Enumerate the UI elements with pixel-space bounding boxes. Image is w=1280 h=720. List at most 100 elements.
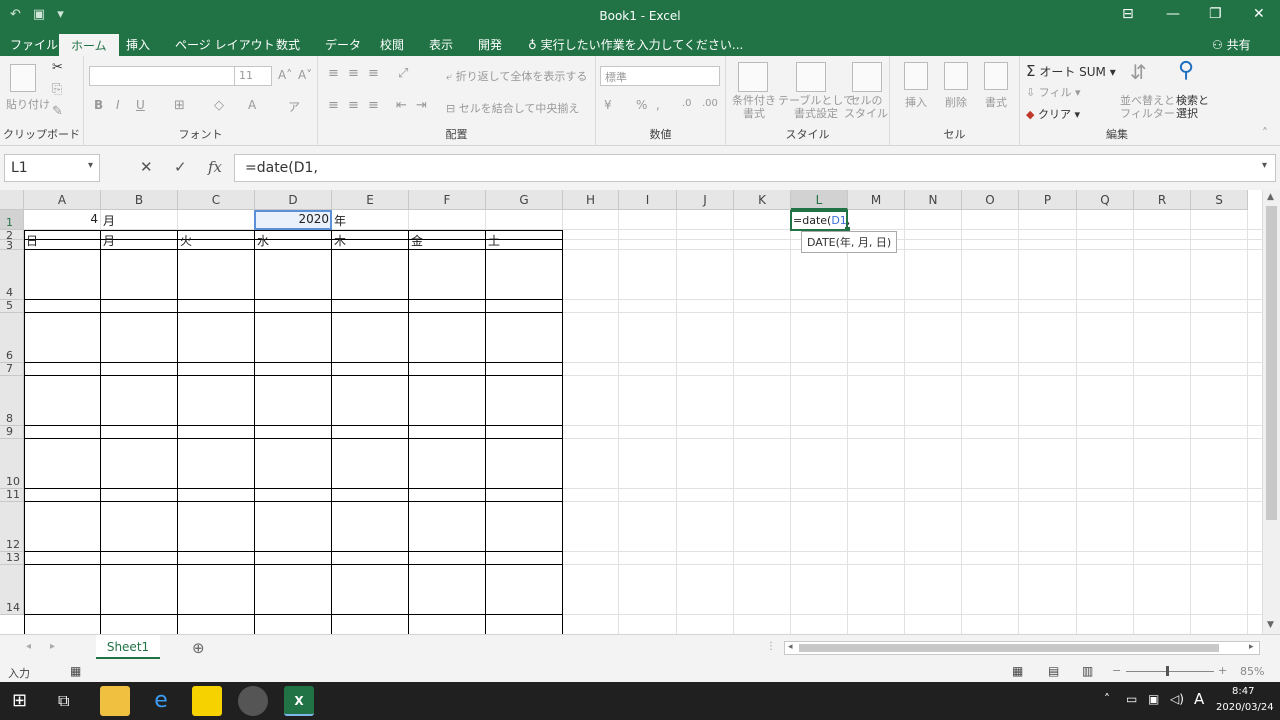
name-box[interactable]: L1 <box>4 154 100 182</box>
normal-view-icon[interactable]: ▦ <box>1012 664 1023 678</box>
cell-b2[interactable]: 月 <box>103 232 115 249</box>
tray-chevron-icon[interactable]: ˄ <box>1104 692 1110 706</box>
paste-icon[interactable] <box>10 64 36 92</box>
excel-taskbar-icon[interactable]: X <box>284 686 314 716</box>
zoom-out-icon[interactable]: − <box>1112 664 1121 677</box>
cell-f2[interactable]: 金 <box>411 232 423 249</box>
column-header-b[interactable]: B <box>101 190 178 210</box>
scroll-right-icon[interactable]: ▸ <box>1249 642 1254 652</box>
worksheet-grid[interactable]: A B C D E F G H I J K L M N O P Q R S 1 2 3 4 5 6 7 8 9 10 11 12 13 14 =d… <box>0 190 1262 634</box>
tab-page-layout[interactable]: ページ レイアウト <box>175 36 275 53</box>
minimize-button[interactable]: — <box>1166 6 1180 22</box>
orientation-icon[interactable]: ⤢ <box>398 66 408 81</box>
new-sheet-icon[interactable]: ⊕ <box>192 639 205 657</box>
tab-home[interactable]: ホーム <box>59 34 119 56</box>
tab-review[interactable]: 校閲 <box>380 36 404 53</box>
cell-e2[interactable]: 木 <box>334 232 346 249</box>
column-header-e[interactable]: E <box>332 190 409 210</box>
macro-record-icon[interactable]: ▦ <box>70 664 81 678</box>
horizontal-scrollbar[interactable]: ◂ ▸ <box>784 641 1260 655</box>
clock-date[interactable]: 2020/03/24 <box>1216 702 1274 713</box>
row-header-10[interactable]: 10 <box>0 439 24 489</box>
comma-icon[interactable]: , <box>656 98 660 112</box>
scroll-left-icon[interactable]: ◂ <box>788 642 793 652</box>
currency-icon[interactable]: ¥ <box>604 98 612 112</box>
column-header-i[interactable]: I <box>619 190 677 210</box>
enter-icon[interactable]: ✓ <box>174 158 187 176</box>
borders-icon[interactable]: ⊞ <box>174 98 185 113</box>
row-header-6[interactable]: 6 <box>0 313 24 363</box>
column-header-r[interactable]: R <box>1134 190 1191 210</box>
battery-icon[interactable]: ▭ <box>1126 692 1137 706</box>
align-middle-icon[interactable]: ≡ <box>348 66 359 81</box>
autosum-button[interactable]: Σ オート SUM ▾ <box>1026 62 1116 80</box>
copy-icon[interactable]: ⎘ <box>52 82 62 97</box>
column-header-d[interactable]: D <box>255 190 332 210</box>
internet-explorer-icon[interactable]: e <box>146 686 176 716</box>
share-button[interactable]: ⚇ 共有 <box>1212 34 1268 54</box>
tab-insert[interactable]: 挿入 <box>126 36 150 53</box>
row-header-5[interactable]: 5 <box>0 300 24 313</box>
number-format-select[interactable]: 標準 <box>600 66 720 86</box>
conditional-format-button[interactable]: 条件付き 書式 <box>732 94 776 120</box>
cell-d1[interactable]: 2020 <box>255 212 329 226</box>
decrease-font-icon[interactable]: A˅ <box>298 68 312 82</box>
column-header-j[interactable]: J <box>677 190 734 210</box>
scroll-up-icon[interactable]: ▲ <box>1267 192 1274 202</box>
column-header-n[interactable]: N <box>905 190 962 210</box>
sticky-notes-icon[interactable] <box>192 686 222 716</box>
page-break-view-icon[interactable]: ▥ <box>1082 664 1093 678</box>
zoom-slider[interactable] <box>1126 671 1214 672</box>
tab-view[interactable]: 表示 <box>429 36 453 53</box>
tab-split-handle-icon[interactable]: ⋮ <box>766 641 776 652</box>
clear-button[interactable]: ◆ クリア ▾ <box>1026 106 1080 122</box>
maximize-button[interactable]: ❐ <box>1209 6 1222 22</box>
task-view-icon[interactable]: ⧉ <box>58 691 69 711</box>
cell-g2[interactable]: 土 <box>488 232 500 249</box>
font-name-select[interactable] <box>89 66 235 86</box>
tab-formulas[interactable]: 数式 <box>276 36 300 53</box>
column-header-p[interactable]: P <box>1019 190 1077 210</box>
column-header-s[interactable]: S <box>1191 190 1248 210</box>
scroll-down-icon[interactable]: ▼ <box>1267 620 1274 630</box>
cell-styles-button[interactable]: セルの スタイル <box>844 94 888 120</box>
row-header-12[interactable]: 12 <box>0 502 24 552</box>
sheet-tab-sheet1[interactable]: Sheet1 <box>96 635 160 659</box>
network-icon[interactable]: ▣ <box>1148 692 1159 706</box>
column-header-k[interactable]: K <box>734 190 791 210</box>
merge-center-button[interactable]: ⊟ セルを結合して中央揃え <box>446 100 579 116</box>
align-top-icon[interactable]: ≡ <box>328 66 339 81</box>
column-header-c[interactable]: C <box>178 190 255 210</box>
cancel-icon[interactable]: ✕ <box>140 158 153 176</box>
phonetic-icon[interactable]: ア <box>288 98 300 115</box>
file-explorer-icon[interactable] <box>100 686 130 716</box>
align-bottom-icon[interactable]: ≡ <box>368 66 379 81</box>
row-header-11[interactable]: 11 <box>0 489 24 502</box>
row-header-1[interactable]: 1 <box>0 210 24 230</box>
column-header-q[interactable]: Q <box>1077 190 1134 210</box>
find-select-button[interactable]: 検索と 選択 <box>1176 94 1209 120</box>
cell-d2[interactable]: 水 <box>257 232 269 249</box>
format-cells-button[interactable]: 書式 <box>985 94 1007 110</box>
windows-start-icon[interactable]: ⊞ <box>12 690 27 711</box>
column-header-h[interactable]: H <box>563 190 619 210</box>
h-scroll-thumb[interactable] <box>799 644 1219 652</box>
decrease-decimal-icon[interactable]: .00 <box>702 98 718 109</box>
cell-c2[interactable]: 火 <box>180 232 192 249</box>
column-header-a[interactable]: A <box>24 190 101 210</box>
vertical-scrollbar[interactable]: ▲ ▼ <box>1262 190 1280 634</box>
row-header-14[interactable]: 14 <box>0 565 24 615</box>
fill-button[interactable]: ⇩ フィル ▾ <box>1026 84 1081 100</box>
decrease-indent-icon[interactable]: ⇤ <box>396 98 407 113</box>
fill-color-icon[interactable]: ◇ <box>214 98 224 113</box>
cell-a2[interactable]: 日 <box>26 232 38 249</box>
column-header-l[interactable]: L <box>791 190 848 210</box>
prev-sheet-icon[interactable]: ◂ <box>26 641 31 652</box>
expand-formula-icon[interactable]: ▾ <box>1262 160 1267 171</box>
next-sheet-icon[interactable]: ▸ <box>50 641 55 652</box>
underline-icon[interactable]: U <box>136 98 145 112</box>
ime-indicator[interactable]: A <box>1194 690 1204 708</box>
paste-button[interactable]: 貼り付け <box>6 96 50 112</box>
name-box-dropdown-icon[interactable]: ▾ <box>88 160 93 171</box>
row-header-9[interactable]: 9 <box>0 426 24 439</box>
